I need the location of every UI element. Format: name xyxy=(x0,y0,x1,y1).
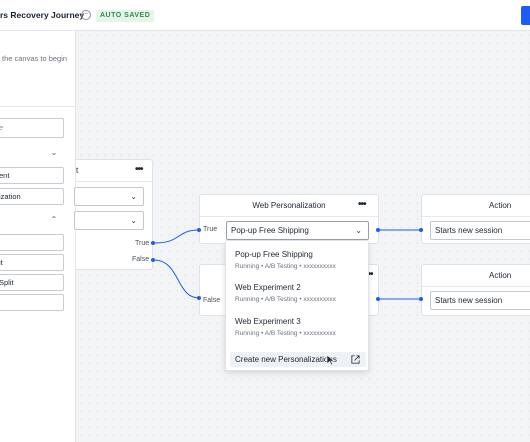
partial-node-select-1[interactable]: ⌄ xyxy=(74,187,144,206)
action-node-title: Action xyxy=(422,265,530,287)
branch-false-label: False xyxy=(203,297,221,304)
personalization-select[interactable]: Pop-up Free Shipping ⌄ xyxy=(226,221,369,240)
menu-item-title: Web Experiment 3 xyxy=(235,317,301,326)
web-personalization-title: Web Personalization xyxy=(200,195,378,217)
chevron-down-icon: ⌄ xyxy=(130,192,137,201)
external-link-icon xyxy=(351,355,360,364)
partial-node-title: t xyxy=(76,166,79,175)
action-node[interactable]: Action Starts new session xyxy=(421,264,530,316)
menu-item-title: Web Experiment 2 xyxy=(235,283,301,292)
personalization-select-value: Pop-up Free Shipping xyxy=(231,226,309,235)
personalization-dropdown-menu: Pop-up Free Shipping Running • A/B Testi… xyxy=(225,240,369,371)
menu-item-pop-up-free-shipping[interactable]: Pop-up Free Shipping Running • A/B Testi… xyxy=(235,250,336,270)
menu-item-title: Pop-up Free Shipping xyxy=(235,250,313,259)
partial-node[interactable]: t ••• ⌄ ⌄ True False xyxy=(74,159,153,270)
more-dots-icon[interactable]: ••• xyxy=(135,165,143,175)
mouse-pointer-icon xyxy=(326,354,335,366)
true-port[interactable] xyxy=(151,241,155,245)
chevron-down-icon: ⌄ xyxy=(355,226,362,235)
menu-item-subtitle: Running • A/B Testing • xxxxxxxxxx xyxy=(235,263,336,270)
menu-item-subtitle: Running • A/B Testing • xxxxxxxxxx xyxy=(235,330,336,337)
output-port[interactable] xyxy=(376,228,380,232)
menu-item-web-experiment-3[interactable]: Web Experiment 3 Running • A/B Testing •… xyxy=(235,317,336,337)
create-personalization-label: Create new Personalizations xyxy=(235,355,337,364)
action-select[interactable]: Starts new session xyxy=(430,291,530,310)
output-port[interactable] xyxy=(376,297,380,301)
false-port-label: False xyxy=(132,256,150,263)
create-personalization-link[interactable]: Create new Personalizations xyxy=(230,352,366,367)
chevron-down-icon: ⌄ xyxy=(130,216,137,225)
true-port-label: True xyxy=(135,240,150,247)
web-personalization-node[interactable]: Web Personalization ••• True Pop-up Free… xyxy=(199,194,379,244)
false-port[interactable] xyxy=(151,258,155,262)
branch-true-label: True xyxy=(203,226,218,233)
input-port[interactable] xyxy=(197,228,201,232)
action-select[interactable]: Starts new session xyxy=(430,221,530,240)
input-port[interactable] xyxy=(419,228,423,232)
action-node[interactable]: Action Starts new session xyxy=(421,194,530,244)
action-node-title: Action xyxy=(422,195,530,217)
partial-node-select-2[interactable]: ⌄ xyxy=(74,211,144,230)
input-port[interactable] xyxy=(419,297,423,301)
menu-item-web-experiment-2[interactable]: Web Experiment 2 Running • A/B Testing •… xyxy=(235,283,336,303)
menu-item-subtitle: Running • A/B Testing • xxxxxxxxxx xyxy=(235,296,336,303)
more-dots-icon[interactable]: ••• xyxy=(358,200,366,210)
input-port[interactable] xyxy=(197,296,201,300)
